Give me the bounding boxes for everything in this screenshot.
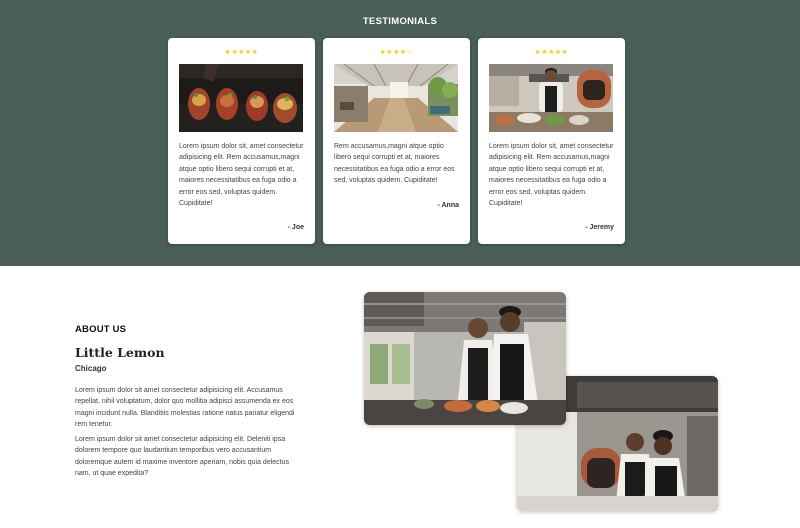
about-paragraph: Lorem ipsum dolor sit amet consectetur a…: [75, 436, 290, 478]
restaurant-city: Chicago: [75, 364, 107, 373]
testimonial-author: - Anna: [437, 202, 459, 209]
star-rating: ★★★★☆: [379, 49, 414, 56]
restaurant-interior-photo: [334, 64, 458, 132]
food-plate-photo: [179, 64, 303, 132]
star-rating: ★★★★★: [224, 49, 259, 56]
testimonials-section: TESTIMONIALS ★★★★★ Lorem ipsum dolor sit…: [0, 0, 800, 266]
testimonials-title: TESTIMONIALS: [362, 16, 438, 27]
testimonial-text: Lorem ipsum dolor sit, amet consectetur …: [489, 143, 614, 208]
about-heading: ABOUT US: [75, 324, 127, 335]
restaurant-name: Little Lemon: [75, 345, 165, 360]
about-paragraph: Lorem ipsum dolor sit amet consectetur a…: [75, 387, 295, 429]
star-rating: ★★★★★: [534, 49, 569, 56]
chefs-cooking-photo: [364, 292, 566, 425]
testimonial-text: Lorem ipsum dolor sit, amet consectetur …: [179, 143, 304, 208]
testimonial-author: - Joe: [287, 224, 304, 231]
testimonial-card-joe: ★★★★★ Lorem ipsum dolor sit, amet consec…: [168, 38, 315, 244]
testimonial-card-anna: ★★★★☆ Rem accusamus,magni atque optio li…: [323, 38, 470, 244]
testimonial-text: Rem accusamus,magni atque optio libero s…: [334, 143, 455, 185]
testimonial-author: - Jeremy: [585, 224, 614, 231]
chef-kitchen-photo: [489, 64, 613, 132]
testimonial-card-jeremy: ★★★★★ Lorem ipsum dolor sit, amet consec…: [478, 38, 625, 244]
